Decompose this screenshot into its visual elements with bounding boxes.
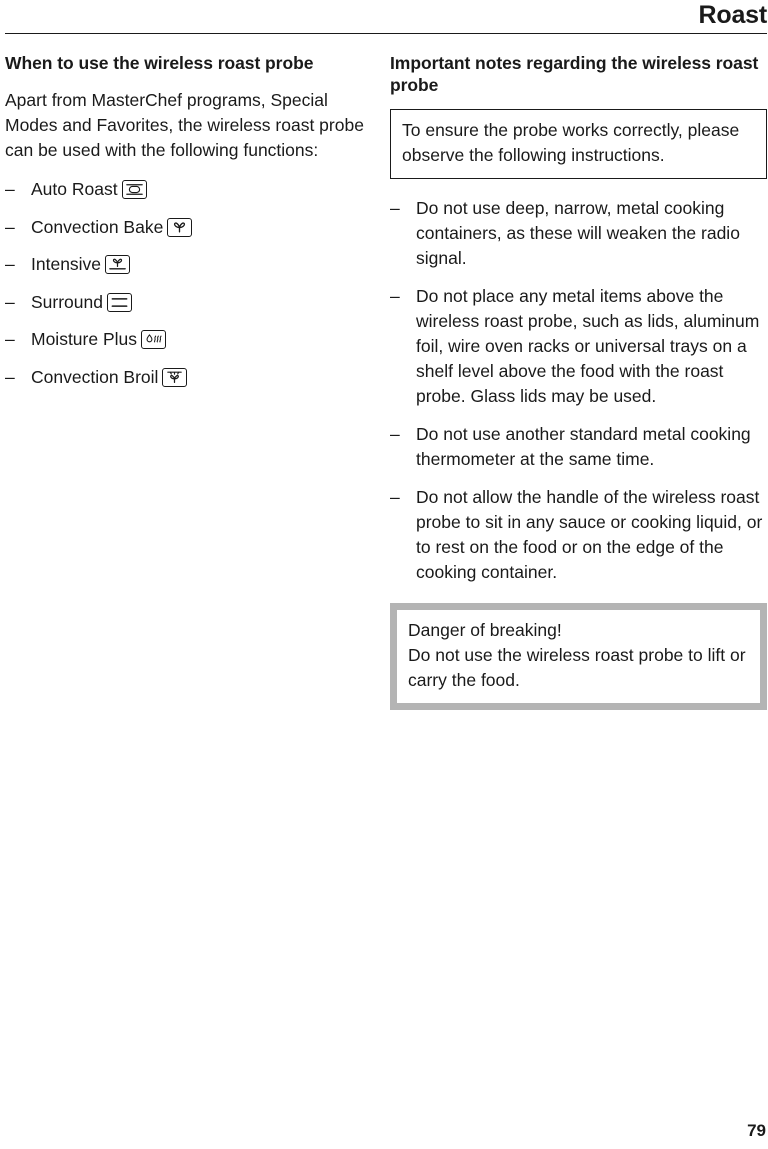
function-label: Surround (31, 291, 103, 312)
dash-bullet: – (390, 198, 400, 218)
page-number: 79 (747, 1121, 766, 1140)
dash-bullet: – (5, 254, 15, 274)
page-footer: 79 (5, 1121, 766, 1141)
moisture-plus-steam-icon (141, 330, 167, 349)
function-label: Moisture Plus (31, 329, 138, 349)
function-label: Convection Bake (31, 216, 164, 237)
list-item: – Do not place any metal items above the… (390, 284, 767, 409)
left-intro-paragraph: Apart from MasterChef programs, Special … (5, 90, 364, 160)
list-item: – Convection Broil (5, 365, 372, 390)
warning-title: Danger of breaking! (408, 620, 562, 640)
list-item: – Convection Bake (5, 215, 372, 240)
right-section-heading: Important notes regarding the wireless r… (390, 53, 759, 95)
page-header: Roast (5, 0, 767, 34)
left-section-heading: When to use the wireless roast probe (5, 53, 314, 73)
dash-bullet: – (5, 291, 15, 312)
function-label: Convection Broil (31, 366, 159, 387)
dash-bullet: – (5, 216, 15, 237)
dash-bullet: – (5, 366, 15, 387)
left-column: When to use the wireless roast probe Apa… (0, 52, 390, 390)
warning-callout-box: Danger of breaking! Do not use the wirel… (390, 603, 767, 710)
oven-function-list: – Auto Roast – Convection Bake – Intensi… (5, 177, 372, 390)
dash-bullet: – (390, 424, 400, 444)
note-text: Do not allow the handle of the wireless … (416, 487, 763, 582)
list-item: – Auto Roast (5, 177, 372, 202)
note-callout-text: To ensure the probe works correctly, ple… (402, 120, 740, 165)
list-item: – Do not use deep, narrow, metal cooking… (390, 196, 767, 271)
header-divider (5, 33, 767, 34)
surround-heat-icon (107, 292, 132, 312)
dash-bullet: – (390, 286, 400, 306)
dash-bullet: – (5, 179, 15, 199)
function-label: Auto Roast (31, 179, 118, 199)
note-text: Do not place any metal items above the w… (416, 286, 760, 406)
page-body: When to use the wireless roast probe Apa… (0, 52, 768, 710)
list-item: – Moisture Plus (5, 327, 372, 352)
list-item: – Surround (5, 290, 372, 315)
list-item: – Do not use another standard metal cook… (390, 422, 767, 472)
list-item: – Do not allow the handle of the wireles… (390, 485, 767, 585)
function-label: Intensive (31, 254, 102, 274)
note-text: Do not use deep, narrow, metal cooking c… (416, 198, 740, 268)
note-callout-box: To ensure the probe works correctly, ple… (390, 109, 767, 179)
important-notes-list: – Do not use deep, narrow, metal cooking… (390, 196, 767, 585)
convection-bake-fan-icon (167, 217, 193, 237)
convection-broil-icon (162, 367, 188, 387)
intensive-bake-icon (105, 255, 131, 274)
warning-text: Do not use the wireless roast probe to l… (408, 645, 746, 690)
list-item: – Intensive (5, 252, 372, 277)
right-column: Important notes regarding the wireless r… (390, 52, 768, 710)
dash-bullet: – (390, 487, 400, 507)
dash-bullet: – (5, 329, 15, 349)
note-text: Do not use another standard metal cookin… (416, 424, 751, 469)
header-title: Roast (698, 1, 768, 29)
auto-roast-icon (121, 180, 147, 199)
